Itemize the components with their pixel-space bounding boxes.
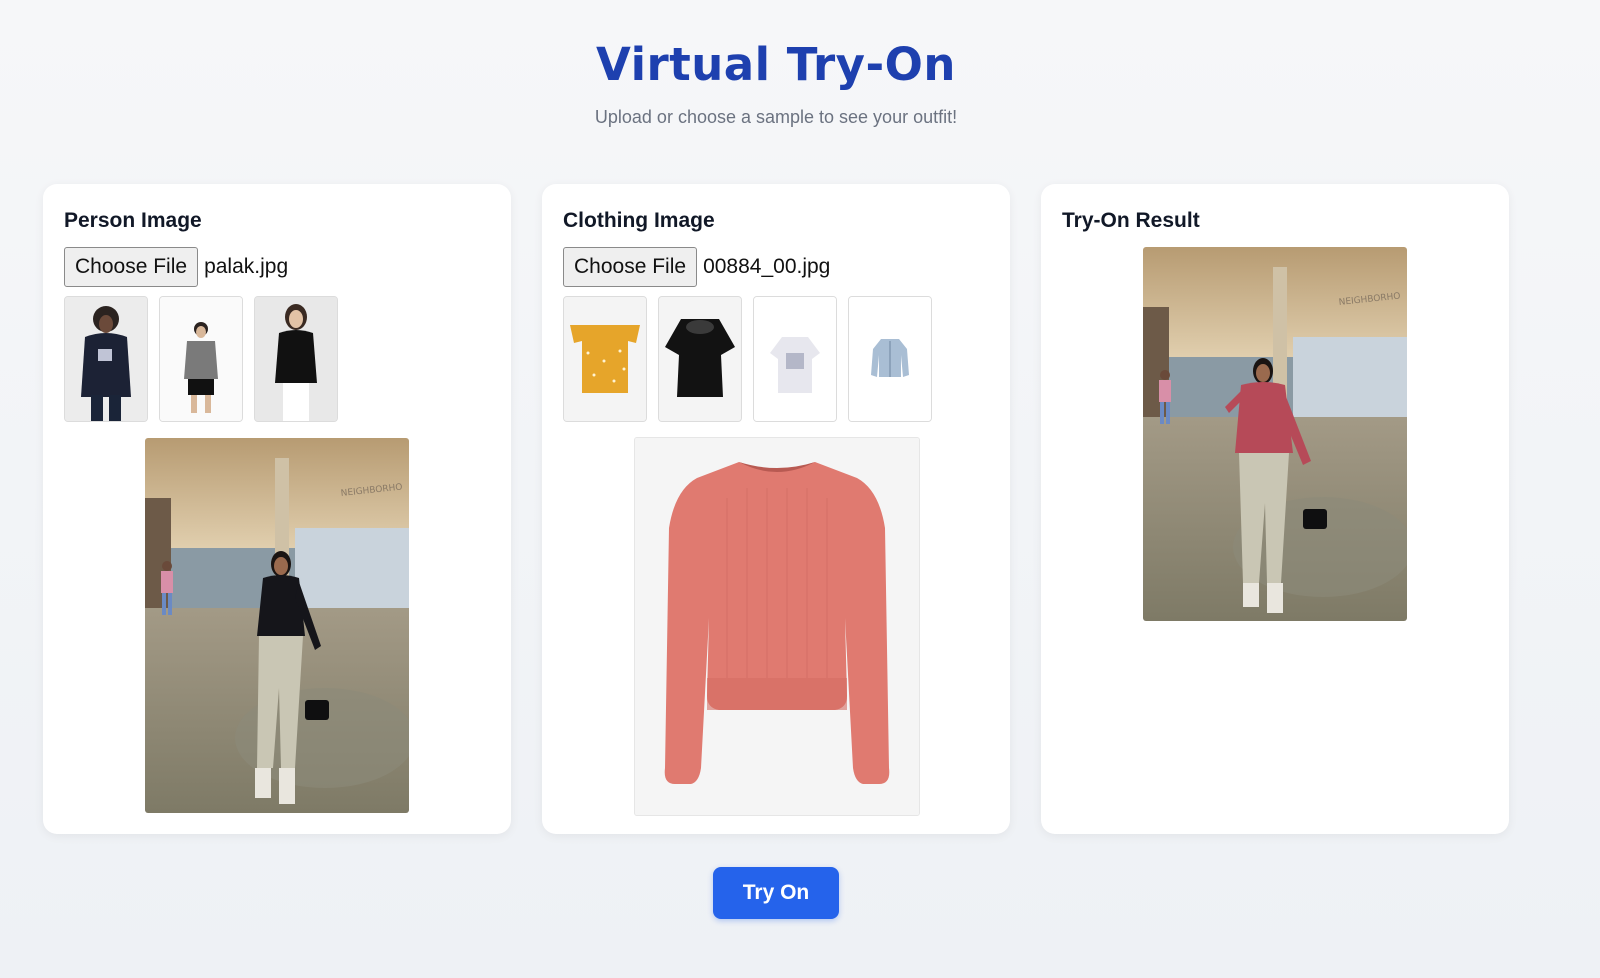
- sample-person-3[interactable]: [254, 296, 338, 422]
- clothing-choose-file-button[interactable]: Choose File: [563, 247, 698, 287]
- clothing-sample-list: [563, 296, 932, 422]
- person-card-title: Person Image: [64, 209, 202, 232]
- sample-cloth-2[interactable]: [658, 296, 742, 422]
- person-image-card: Person Image Choose File palak.jpg NEIGH…: [43, 184, 511, 834]
- clothing-image-card: Clothing Image Choose File 00884_00.jpg: [542, 184, 1010, 834]
- clothing-preview-image: [634, 437, 920, 816]
- clothing-file-input[interactable]: Choose File 00884_00.jpg: [563, 247, 830, 287]
- sample-person-1[interactable]: [64, 296, 148, 422]
- sample-cloth-3[interactable]: [753, 296, 837, 422]
- page-subtitle: Upload or choose a sample to see your ou…: [594, 107, 958, 127]
- sample-cloth-4[interactable]: [848, 296, 932, 422]
- person-file-input[interactable]: Choose File palak.jpg: [64, 247, 288, 287]
- clothing-card-title: Clothing Image: [563, 209, 715, 232]
- clothing-file-name: 00884_00.jpg: [703, 255, 831, 278]
- try-on-result-card: Try-On Result NEIGHBORHO: [1041, 184, 1509, 834]
- sample-person-2[interactable]: [159, 296, 243, 422]
- result-card-title: Try-On Result: [1062, 209, 1200, 232]
- sample-cloth-1[interactable]: [563, 296, 647, 422]
- page-title: Virtual Try-On: [596, 38, 956, 91]
- person-sample-list: [64, 296, 338, 422]
- person-file-name: palak.jpg: [204, 255, 289, 278]
- try-on-button[interactable]: Try On: [713, 867, 839, 919]
- result-preview-image: NEIGHBORHO: [1143, 247, 1407, 621]
- person-preview-image: NEIGHBORHO: [145, 438, 409, 813]
- person-choose-file-button[interactable]: Choose File: [64, 247, 199, 287]
